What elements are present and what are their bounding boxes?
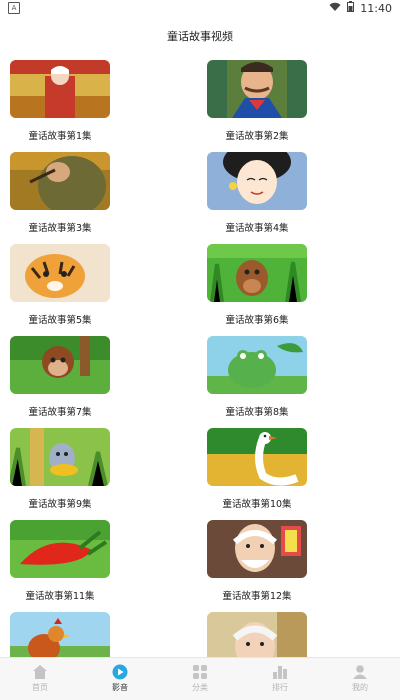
home-icon bbox=[33, 665, 47, 679]
video-thumbnail[interactable] bbox=[10, 520, 110, 578]
nav-item-mine[interactable]: 我的 bbox=[320, 658, 400, 693]
wifi-icon bbox=[329, 2, 341, 15]
nav-label: 影音 bbox=[112, 683, 128, 692]
video-grid: 童话故事第1集 童话故事第2集 童话故事第3集 童话故事第4集 童话故事第5集 … bbox=[0, 60, 400, 658]
video-card[interactable] bbox=[0, 612, 120, 658]
video-card[interactable]: 童话故事第10集 bbox=[197, 428, 317, 510]
nav-label: 分类 bbox=[192, 683, 208, 692]
video-thumbnail[interactable] bbox=[10, 152, 110, 210]
video-card[interactable]: 童话故事第3集 bbox=[0, 152, 120, 234]
video-title[interactable]: 童话故事第5集 bbox=[0, 312, 120, 326]
nav-label: 我的 bbox=[352, 683, 368, 692]
bar-chart-icon bbox=[273, 666, 287, 679]
page-title: 童话故事视频 bbox=[167, 30, 233, 43]
nav-item-home[interactable]: 首页 bbox=[0, 658, 80, 693]
video-card[interactable]: 童话故事第12集 bbox=[197, 520, 317, 602]
nav-label: 首页 bbox=[32, 683, 48, 692]
video-card[interactable]: 童话故事第5集 bbox=[0, 244, 120, 326]
bottom-nav: 首页 影音 分类 排行 我的 bbox=[0, 657, 400, 700]
nav-item-media[interactable]: 影音 bbox=[80, 658, 160, 693]
video-thumbnail[interactable] bbox=[10, 60, 110, 118]
video-card[interactable]: 童话故事第4集 bbox=[197, 152, 317, 234]
video-title[interactable]: 童话故事第7集 bbox=[0, 404, 120, 418]
video-thumbnail[interactable] bbox=[207, 244, 307, 302]
video-thumbnail[interactable] bbox=[207, 336, 307, 394]
video-thumbnail[interactable] bbox=[207, 428, 307, 486]
video-card[interactable]: 童话故事第6集 bbox=[197, 244, 317, 326]
video-thumbnail[interactable] bbox=[207, 612, 307, 658]
video-card[interactable] bbox=[197, 612, 317, 658]
video-title[interactable]: 童话故事第2集 bbox=[197, 128, 317, 142]
video-thumbnail[interactable] bbox=[10, 244, 110, 302]
video-card[interactable]: 童话故事第11集 bbox=[0, 520, 120, 602]
video-card[interactable]: 童话故事第8集 bbox=[197, 336, 317, 418]
video-title[interactable]: 童话故事第8集 bbox=[197, 404, 317, 418]
video-thumbnail[interactable] bbox=[10, 336, 110, 394]
nav-item-category[interactable]: 分类 bbox=[160, 658, 240, 693]
video-card[interactable]: 童话故事第9集 bbox=[0, 428, 120, 510]
video-thumbnail[interactable] bbox=[207, 60, 307, 118]
status-time: 11:40 bbox=[360, 1, 392, 15]
play-icon bbox=[112, 664, 128, 680]
video-title[interactable]: 童话故事第11集 bbox=[0, 588, 120, 602]
nav-item-ranking[interactable]: 排行 bbox=[240, 658, 320, 693]
video-thumbnail[interactable] bbox=[207, 520, 307, 578]
status-bar: A 11:40 bbox=[0, 0, 400, 16]
video-card[interactable]: 童话故事第2集 bbox=[197, 60, 317, 142]
video-thumbnail[interactable] bbox=[10, 612, 110, 658]
video-title[interactable]: 童话故事第10集 bbox=[197, 496, 317, 510]
video-title[interactable]: 童话故事第12集 bbox=[197, 588, 317, 602]
video-title[interactable]: 童话故事第3集 bbox=[0, 220, 120, 234]
grid-icon bbox=[193, 665, 207, 679]
video-card[interactable]: 童话故事第7集 bbox=[0, 336, 120, 418]
video-title[interactable]: 童话故事第1集 bbox=[0, 128, 120, 142]
video-title[interactable]: 童话故事第6集 bbox=[197, 312, 317, 326]
app-notification-icon: A bbox=[8, 2, 20, 14]
battery-icon bbox=[347, 1, 355, 15]
video-thumbnail[interactable] bbox=[10, 428, 110, 486]
video-card[interactable]: 童话故事第1集 bbox=[0, 60, 120, 142]
nav-label: 排行 bbox=[272, 683, 288, 692]
video-title[interactable]: 童话故事第4集 bbox=[197, 220, 317, 234]
video-thumbnail[interactable] bbox=[207, 152, 307, 210]
video-title[interactable]: 童话故事第9集 bbox=[0, 496, 120, 510]
person-icon bbox=[353, 665, 367, 679]
